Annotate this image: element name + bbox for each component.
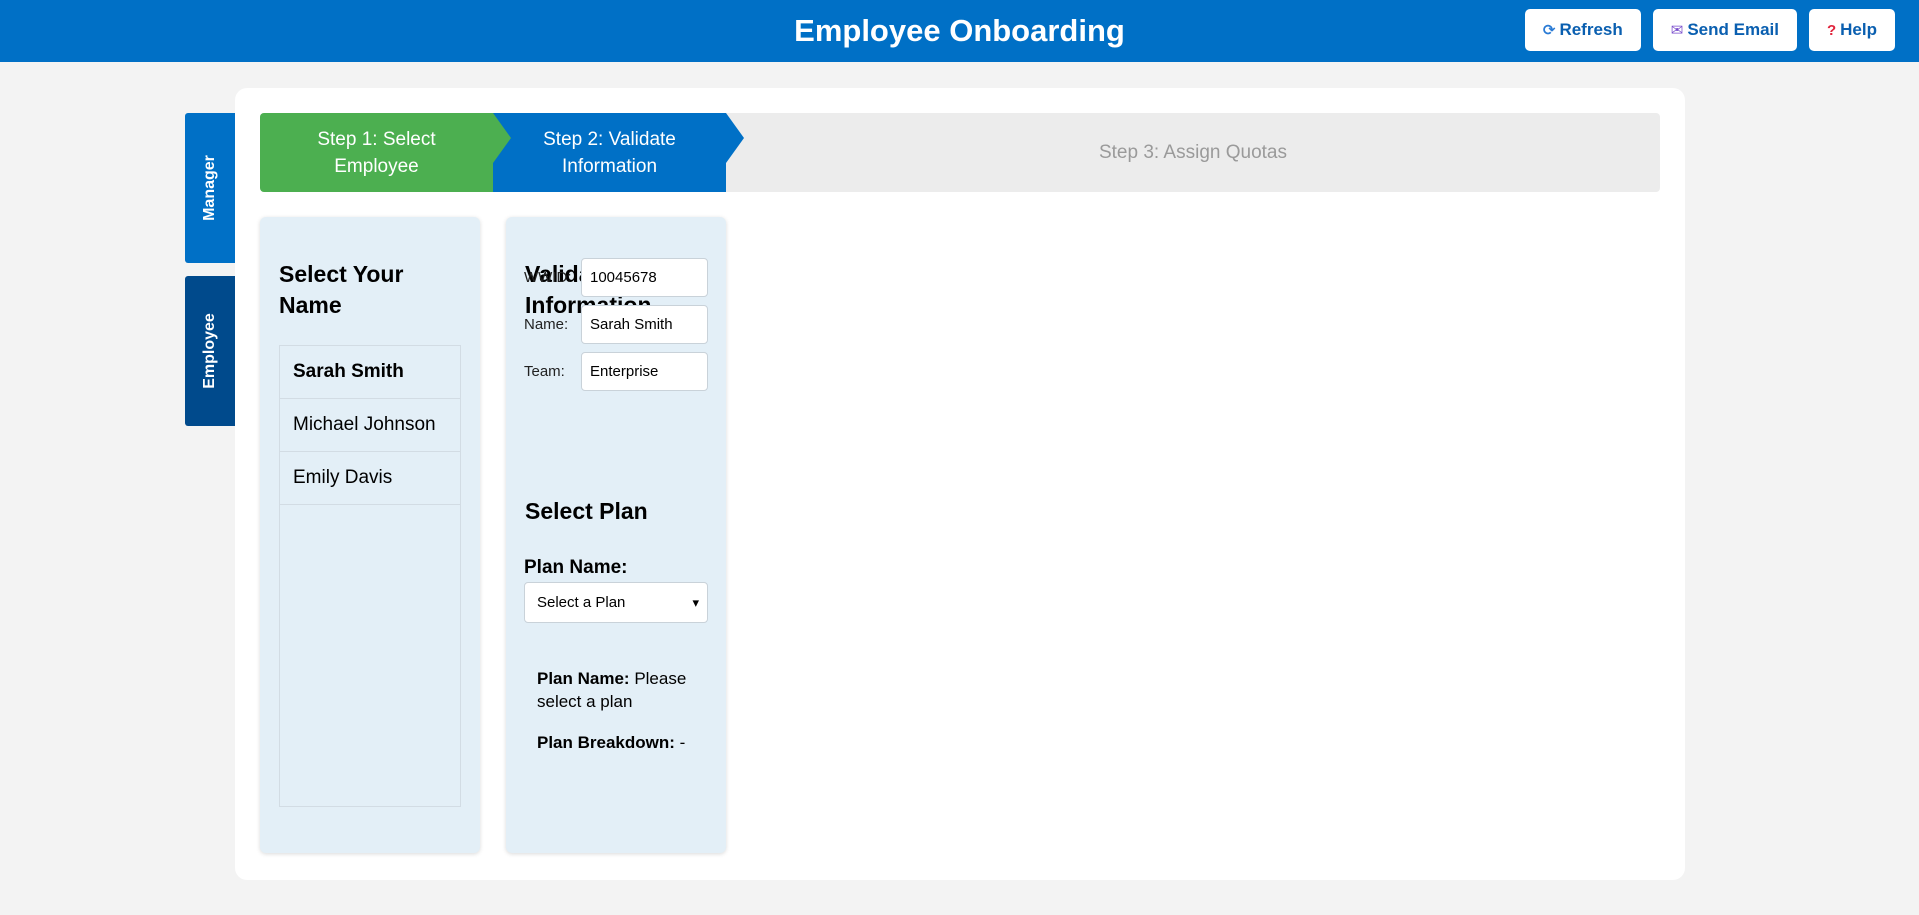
name-label: Name: xyxy=(524,316,569,333)
select-name-card: Select Your Name Sarah Smith Michael Joh… xyxy=(260,217,480,853)
header-actions: ⟳ Refresh ✉ Send Email ? Help xyxy=(1524,9,1895,51)
plan-info-breakdown-label: Plan Breakdown: xyxy=(537,733,680,752)
select-plan-heading: Select Plan xyxy=(525,498,648,524)
plan-info-breakdown-value: - xyxy=(679,733,686,752)
refresh-button[interactable]: ⟳ Refresh xyxy=(1524,9,1641,51)
refresh-icon: ⟳ xyxy=(1542,22,1556,39)
help-button[interactable]: ? Help xyxy=(1808,9,1895,51)
step-3[interactable]: Step 3: Assign Quotas xyxy=(726,113,1660,192)
list-item-emily-davis[interactable]: Emily Davis xyxy=(280,452,460,505)
step-3-label: Step 3: Assign Quotas xyxy=(1098,142,1287,163)
employee-list: Sarah Smith Michael Johnson Emily Davis xyxy=(279,345,461,807)
plan-select-value: Select a Plan xyxy=(537,594,626,611)
step-progress: Step 1: Select Employee Step 2: Validate… xyxy=(260,113,1660,192)
main-panel: Step 1: Select Employee Step 2: Validate… xyxy=(235,88,1685,880)
chevron-down-icon: ▾ xyxy=(692,595,699,610)
plan-info-name-label: Plan Name: xyxy=(537,669,635,688)
refresh-button-label: Refresh xyxy=(1559,20,1623,39)
team-field[interactable]: Enterprise xyxy=(581,352,708,391)
step-1-label: Step 1: Select Employee xyxy=(317,128,436,177)
step-1-arrow xyxy=(493,113,511,163)
team-label: Team: xyxy=(524,363,565,380)
wwid-row: WWID: 10045678 xyxy=(524,258,708,297)
list-item-sarah-smith[interactable]: Sarah Smith xyxy=(280,346,460,399)
team-row: Team: Enterprise xyxy=(524,352,708,391)
question-icon: ? xyxy=(1826,21,1837,39)
name-row: Name: Sarah Smith xyxy=(524,305,708,344)
name-field[interactable]: Sarah Smith xyxy=(581,305,708,344)
plan-name-label: Plan Name: xyxy=(524,557,628,578)
step-1[interactable]: Step 1: Select Employee xyxy=(260,113,493,192)
validate-info-card: Validate Information WWID: 10045678 Name… xyxy=(506,217,726,853)
wwid-label: WWID: xyxy=(524,269,572,286)
step-2[interactable]: Step 2: Validate Information xyxy=(493,113,726,192)
email-icon: ✉ xyxy=(1670,22,1684,39)
step-2-arrow xyxy=(726,113,744,163)
tab-employee[interactable]: Employee xyxy=(185,276,235,426)
help-button-label: Help xyxy=(1840,20,1877,39)
wwid-field[interactable]: 10045678 xyxy=(581,258,708,297)
tab-manager-label: Manager xyxy=(201,155,219,221)
tab-employee-label: Employee xyxy=(201,313,218,389)
send-email-button[interactable]: ✉ Send Email xyxy=(1652,9,1797,51)
send-email-button-label: Send Email xyxy=(1687,20,1779,39)
tab-manager[interactable]: Manager xyxy=(185,113,235,263)
plan-name-info: Plan Name: Please select a plan xyxy=(537,667,702,713)
top-bar: Employee Onboarding ⟳ Refresh ✉ Send Ema… xyxy=(0,0,1919,62)
plan-select[interactable]: Select a Plan ▾ xyxy=(524,582,708,623)
plan-breakdown-info: Plan Breakdown: - xyxy=(537,731,702,754)
list-item-michael-johnson[interactable]: Michael Johnson xyxy=(280,399,460,452)
step-2-label: Step 2: Validate Information xyxy=(543,128,676,177)
select-name-heading: Select Your Name xyxy=(279,261,404,318)
